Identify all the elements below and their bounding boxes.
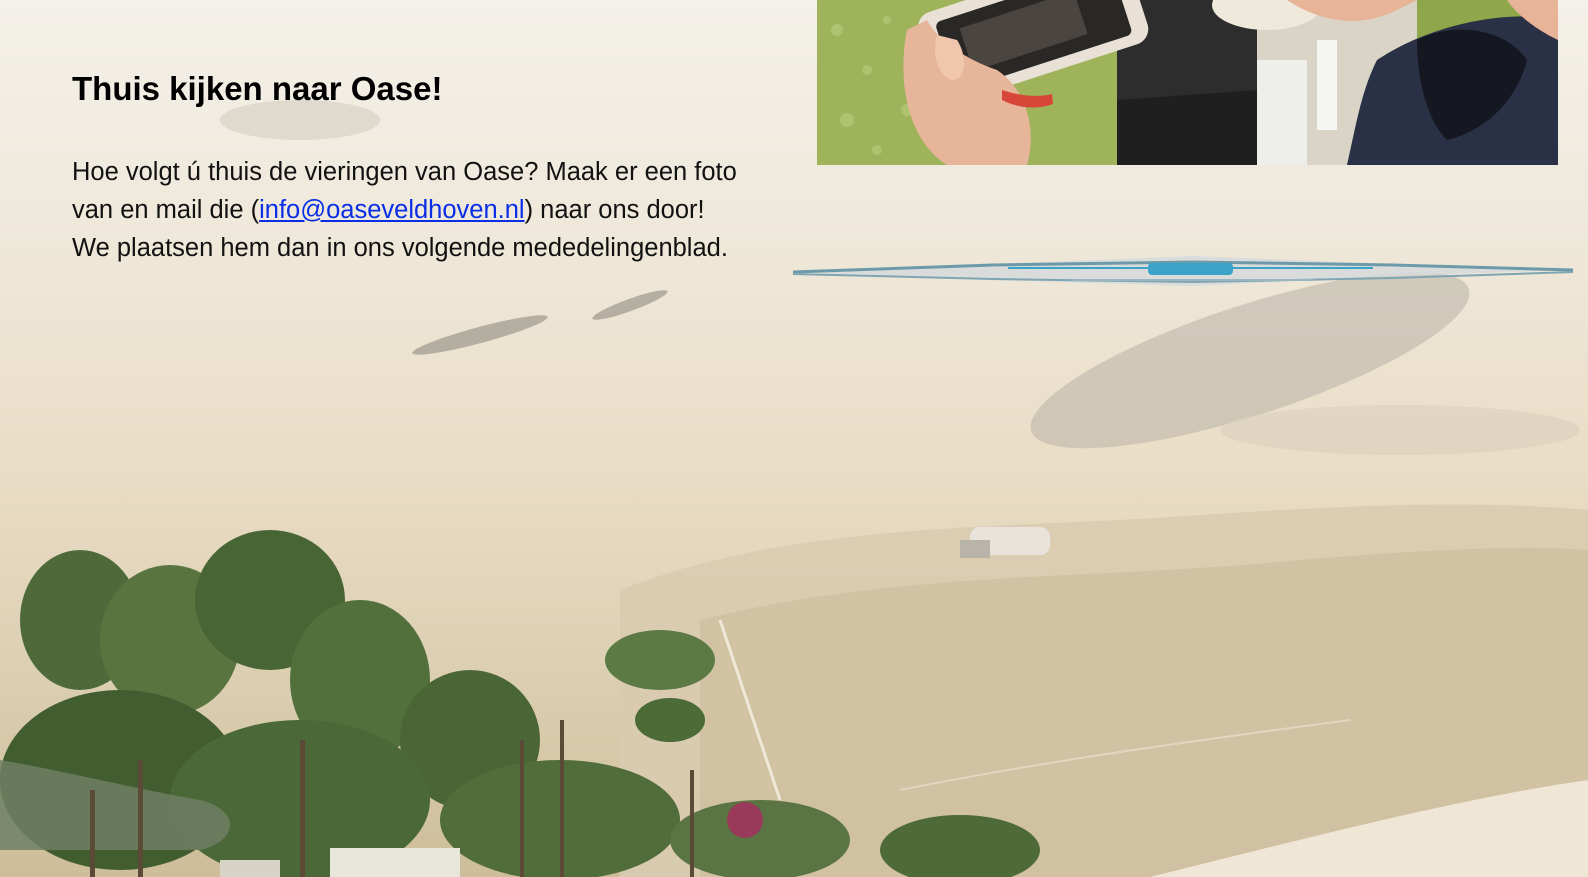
- email-link[interactable]: info@oaseveldhoven.nl: [259, 196, 524, 224]
- page-title: Thuis kijken naar Oase!: [72, 70, 443, 107]
- decorative-divider: [793, 256, 1573, 286]
- phone-viewing-photo: [817, 0, 1558, 165]
- phone-viewing-illustration: [817, 0, 1558, 165]
- intro-paragraph: Hoe volgt ú thuis de vieringen van Oase?…: [72, 153, 742, 267]
